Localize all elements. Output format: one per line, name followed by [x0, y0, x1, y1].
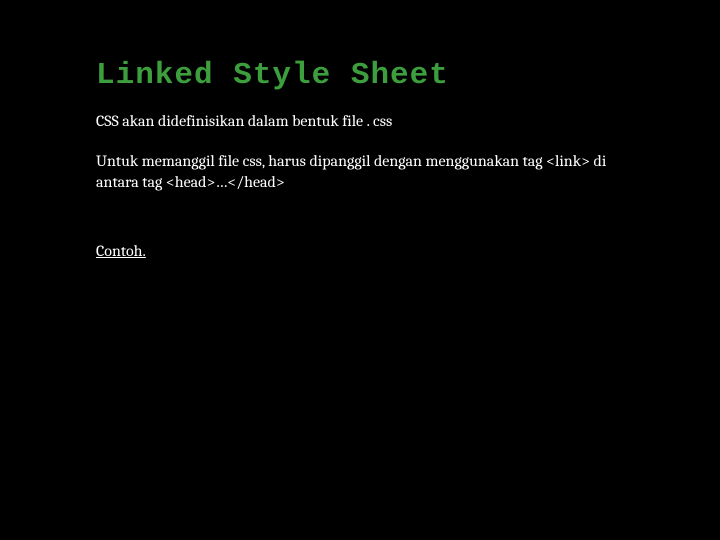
- presentation-slide: Linked Style Sheet CSS akan didefinisika…: [0, 0, 720, 540]
- slide-title: Linked Style Sheet: [96, 58, 630, 93]
- contoh-link[interactable]: Contoh.: [96, 242, 146, 260]
- body-paragraph-1: CSS akan didefinisikan dalam bentuk file…: [96, 111, 630, 133]
- body-paragraph-2: Untuk memanggil file css, harus dipanggi…: [96, 151, 630, 194]
